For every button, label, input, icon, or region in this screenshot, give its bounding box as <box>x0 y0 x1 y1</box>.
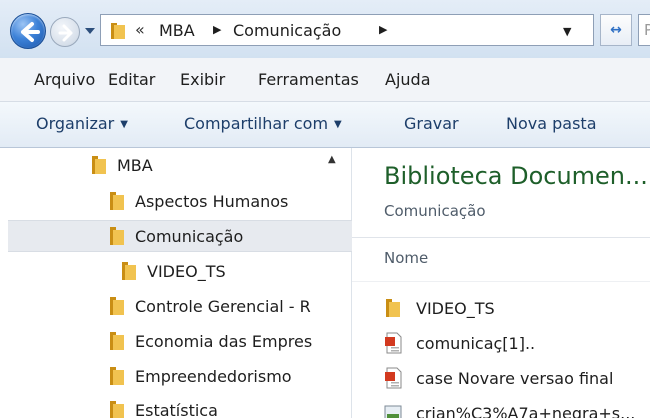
tree-item-aspectos-humanos[interactable]: Aspectos Humanos <box>108 185 328 217</box>
library-title: Biblioteca Documen... <box>384 162 648 190</box>
folder-icon <box>122 262 136 280</box>
tree-item-label: Controle Gerencial - R <box>135 296 311 316</box>
tree-item-video-ts[interactable]: VIDEO_TS <box>120 255 320 287</box>
arrow-left-icon <box>21 22 40 42</box>
list-item[interactable]: case Novare versao final <box>384 363 613 393</box>
breadcrumb-overflow[interactable]: « <box>135 20 145 39</box>
share-label: Compartilhar com <box>184 114 329 133</box>
list-item[interactable]: VIDEO_TS <box>384 293 495 323</box>
tree-item-label: MBA <box>117 155 153 175</box>
list-item[interactable]: crian%C3%A7a+negra+s... <box>384 398 635 418</box>
tree-item-controle-gerencial[interactable]: Controle Gerencial - R <box>108 290 352 322</box>
tree-item-label: Empreendedorismo <box>135 366 292 386</box>
command-bar: Organizar ▼ Compartilhar com ▼ Gravar Nova… <box>0 102 650 148</box>
back-button[interactable] <box>10 13 46 49</box>
address-bar-row: « MBA ▶ Comunicação ▶ ▼ ↔ P <box>0 0 650 58</box>
folder-icon <box>110 332 124 350</box>
menu-exibir[interactable]: Exibir <box>180 70 225 89</box>
arrow-right-icon <box>58 24 73 42</box>
powerpoint-file-icon <box>385 332 402 354</box>
divider <box>352 237 650 238</box>
refresh-button[interactable]: ↔ <box>600 14 632 46</box>
column-header-name[interactable]: Nome <box>384 249 428 267</box>
chevron-down-icon: ▼ <box>120 119 128 130</box>
folder-icon <box>110 192 124 210</box>
recent-pages-dropdown[interactable] <box>84 26 96 36</box>
menu-ferramentas[interactable]: Ferramentas <box>258 70 359 89</box>
burn-button[interactable]: Gravar <box>404 114 459 133</box>
tree-item-label: Aspectos Humanos <box>135 191 289 211</box>
menu-arquivo[interactable]: Arquivo <box>34 70 95 89</box>
breadcrumb-comunicacao[interactable]: Comunicação <box>233 21 341 40</box>
refresh-icon: ↔ <box>610 22 622 38</box>
search-placeholder: P <box>644 21 650 39</box>
tree-item-comunicacao[interactable]: Comunicação <box>8 220 352 252</box>
scroll-up-icon[interactable]: ▲ <box>328 154 336 165</box>
organize-label: Organizar <box>36 114 115 133</box>
folder-icon <box>92 156 106 174</box>
organize-button[interactable]: Organizar ▼ <box>36 114 128 133</box>
tree-item-label: Estatística <box>135 400 218 418</box>
tree-item-empreendedorismo[interactable]: Empreendedorismo <box>108 360 352 392</box>
list-item[interactable]: comunicaç[1].. <box>384 328 535 358</box>
divider <box>352 281 650 282</box>
folder-icon <box>110 297 124 315</box>
folder-icon <box>111 23 125 39</box>
new-folder-button[interactable]: Nova pasta <box>506 114 597 133</box>
file-name: VIDEO_TS <box>416 298 495 318</box>
chevron-down-icon: ▼ <box>334 119 342 130</box>
menu-bar: Arquivo Editar Exibir Ferramentas Ajuda <box>0 58 650 102</box>
powerpoint-file-icon <box>385 367 402 389</box>
file-name: crian%C3%A7a+negra+s... <box>416 403 636 418</box>
navigation-pane[interactable]: ▲ MBA Aspectos Humanos Comunicação VIDEO… <box>0 148 352 418</box>
search-input[interactable]: P <box>638 14 650 46</box>
tree-item-label: Comunicação <box>135 226 244 246</box>
breadcrumb-separator[interactable]: ▶ <box>379 23 387 36</box>
tree-item-mba[interactable]: MBA <box>90 149 320 181</box>
share-button[interactable]: Compartilhar com ▼ <box>184 114 342 133</box>
library-subtitle: Comunicação <box>384 202 486 220</box>
image-file-icon <box>384 405 402 418</box>
folder-icon <box>386 299 400 317</box>
folder-icon <box>110 227 124 245</box>
tree-item-label: Economia das Empres <box>135 331 313 351</box>
folder-icon <box>110 401 124 418</box>
breadcrumb-mba[interactable]: MBA <box>159 21 195 40</box>
folder-icon <box>110 367 124 385</box>
file-name: comunicaç[1].. <box>416 333 536 353</box>
tree-item-estatistica[interactable]: Estatística <box>108 394 352 418</box>
address-box[interactable]: « MBA ▶ Comunicação ▶ ▼ <box>100 14 594 46</box>
breadcrumb-separator[interactable]: ▶ <box>213 23 221 36</box>
content-pane[interactable]: Biblioteca Documen... Comunicação Nome V… <box>352 148 650 418</box>
file-name: case Novare versao final <box>416 368 614 388</box>
tree-item-label: VIDEO_TS <box>147 261 226 281</box>
forward-button[interactable] <box>50 17 80 47</box>
address-dropdown[interactable]: ▼ <box>563 25 571 38</box>
tree-item-economia-das-empresas[interactable]: Economia das Empres <box>108 325 352 357</box>
menu-ajuda[interactable]: Ajuda <box>385 70 431 89</box>
menu-editar[interactable]: Editar <box>108 70 155 89</box>
